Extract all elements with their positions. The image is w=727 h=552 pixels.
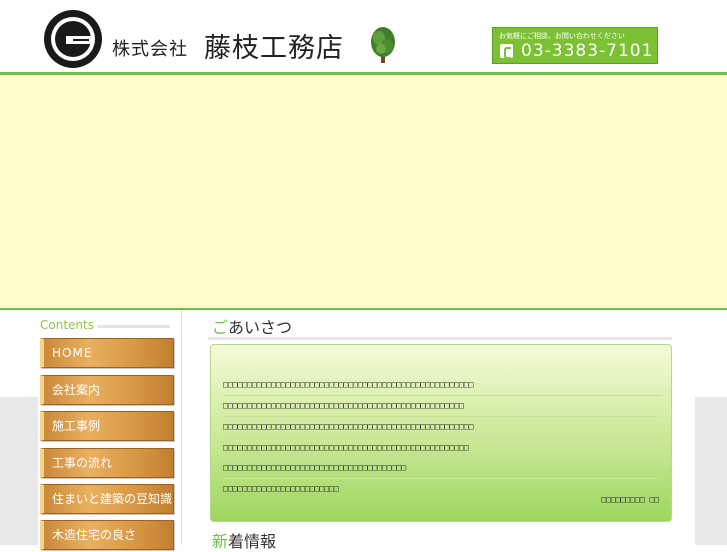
greeting-heading: ごあいさつ xyxy=(212,314,292,338)
company-name[interactable]: 藤枝工務店 xyxy=(204,26,344,65)
site-header: 株式会社 藤枝工務店 お気軽にご相談、お問い合わせください 03-3383-71… xyxy=(0,0,727,73)
background-band-right xyxy=(695,397,727,545)
greeting-line: □□□□□□□□□□□□□□□□□□□□□□□□□□□□□□□□□□□□□□□□… xyxy=(223,396,661,417)
nav-item-works[interactable]: 施工事例 xyxy=(40,411,174,441)
nav-item-home[interactable]: HOME xyxy=(40,338,174,368)
sidebar-title: Contents xyxy=(40,318,94,332)
greeting-line: □□□□□□□□□□□□□□□□□□□□□□□□□□□□□□□□□□□□□□□□… xyxy=(223,417,661,438)
greeting-line: □□□□□□□□□□□□□□□□□□□□□□□□□□□□□□□□□□□□□□□□… xyxy=(223,375,661,396)
greeting-line: □□□□□□□□□□□□□□□□□□□□□□□□ xyxy=(223,484,339,493)
news-heading: 新着情報 xyxy=(212,528,276,552)
hero-banner xyxy=(0,75,727,308)
phone-number[interactable]: 03-3383-7101 xyxy=(521,41,653,61)
nav-item-company[interactable]: 会社案内 xyxy=(40,375,174,405)
greeting-signature: □□□□□□□□□ □□ xyxy=(601,495,659,504)
background-band-left xyxy=(0,397,40,545)
greeting-heading-rest: あいさつ xyxy=(228,318,293,337)
company-logo-icon[interactable] xyxy=(44,10,102,68)
sidebar-title-rule xyxy=(98,325,170,328)
tree-icon xyxy=(371,27,395,63)
greeting-message-box: □□□□□□□□□□□□□□□□□□□□□□□□□□□□□□□□□□□□□□□□… xyxy=(210,344,672,522)
phone-icon xyxy=(500,44,513,59)
news-heading-first: 新 xyxy=(212,532,229,551)
nav-item-knowledge[interactable]: 住まいと建築の豆知識 xyxy=(40,484,174,514)
main-content: ごあいさつ □□□□□□□□□□□□□□□□□□□□□□□□□□□□□□□□□□… xyxy=(208,310,676,551)
phone-contact-box[interactable]: お気軽にご相談、お問い合わせください 03-3383-7101 xyxy=(492,27,658,64)
nav-item-wooden-house[interactable]: 木造住宅の良さ xyxy=(40,520,174,550)
greeting-line: □□□□□□□□□□□□□□□□□□□□□□□□□□□□□□□□□□□□□□□□… xyxy=(223,438,661,459)
greeting-line: □□□□□□□□□□□□□□□□□□□□□□□□□□□□□□□□□□□□□□ xyxy=(223,458,661,479)
phone-caption: お気軽にご相談、お問い合わせください xyxy=(499,32,625,40)
greeting-heading-rule xyxy=(208,337,672,340)
sidebar-divider xyxy=(181,310,182,545)
company-prefix: 株式会社 xyxy=(112,39,188,60)
nav-item-process[interactable]: 工事の流れ xyxy=(40,448,174,478)
greeting-heading-first: ご xyxy=(212,318,229,337)
sidebar: Contents HOME 会社案内 施工事例 工事の流れ 住まいと建築の豆知識… xyxy=(38,310,180,550)
news-heading-rest: 着情報 xyxy=(228,532,277,551)
